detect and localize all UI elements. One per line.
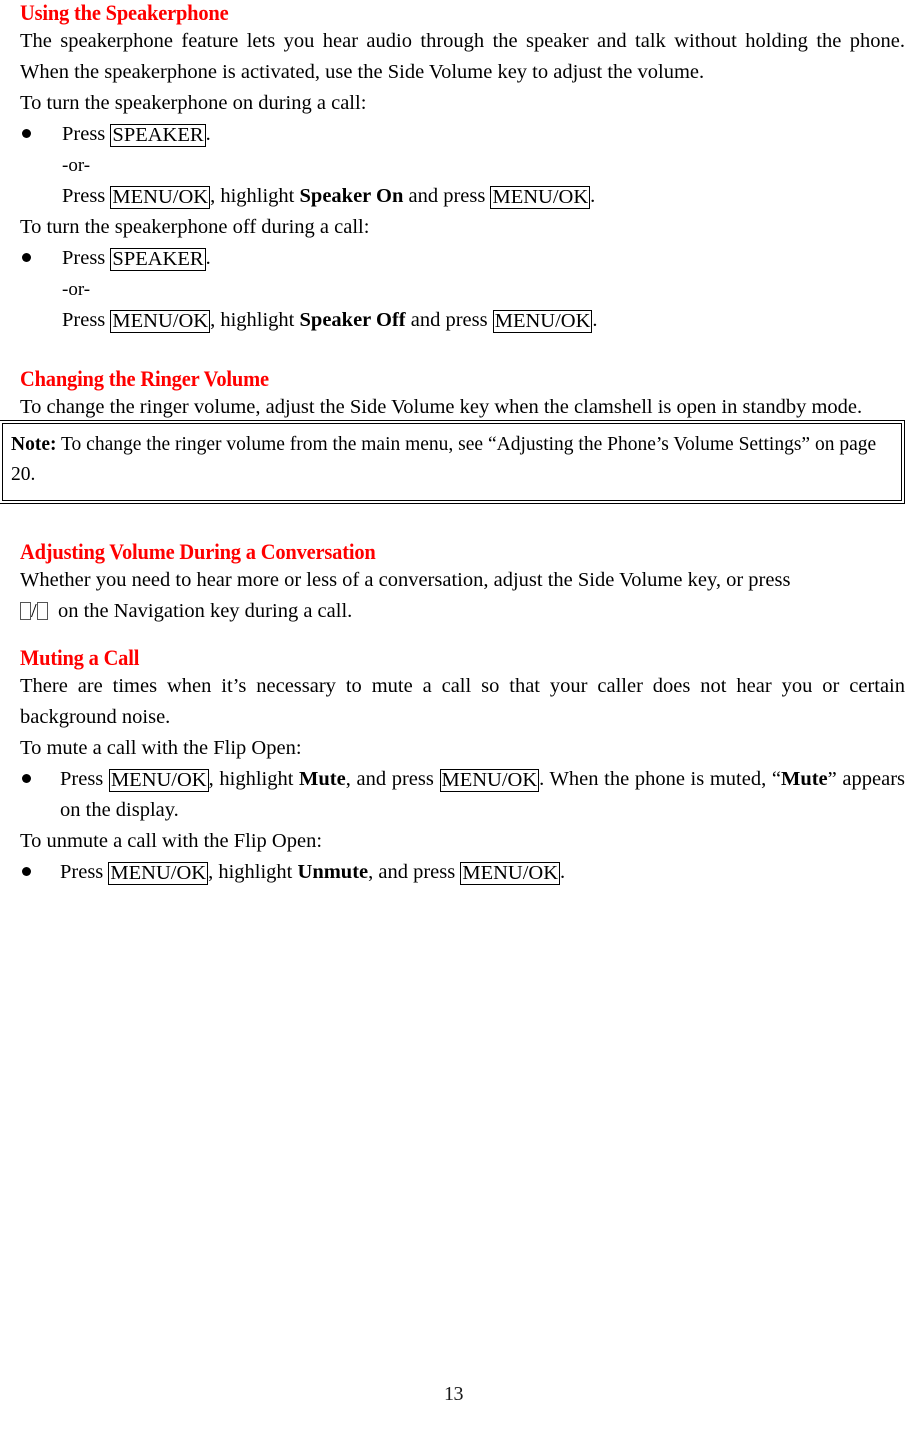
- and-press-label: and press: [408, 185, 486, 207]
- section-heading-muting-a-call: Muting a Call: [20, 645, 140, 670]
- bullet-item-unmute-instructions: Press MENU/OK, highlight Unmute, and pre…: [60, 857, 905, 888]
- key-menu-ok[interactable]: MENU/OK: [492, 310, 593, 333]
- paragraph-adjusting-volume-part2: / on the Navigation key during a call.: [20, 596, 905, 627]
- paragraph-ringer-volume-body: To change the ringer volume, adjust the …: [20, 396, 863, 418]
- missing-glyph-up-icon: [20, 602, 31, 620]
- bullet-alt-press-menu-speaker-off: Press MENU/OK, highlight Speaker Off and…: [20, 305, 905, 336]
- bullet-dot-icon: [22, 867, 31, 876]
- key-menu-ok[interactable]: MENU/OK: [490, 186, 591, 209]
- paragraph-muting-intro: There are times when it’s necessary to m…: [20, 675, 905, 728]
- mute-tail-text: . When the phone is muted,: [539, 768, 767, 790]
- quote-close: ”: [827, 768, 837, 790]
- menu-item-mute[interactable]: Mute: [299, 768, 346, 790]
- press-label: Press: [62, 185, 106, 207]
- note-label: Note:: [11, 434, 57, 455]
- list-item: Press MENU/OK, highlight Mute, and press…: [20, 764, 905, 826]
- period: .: [205, 123, 211, 145]
- period: .: [205, 247, 211, 269]
- key-menu-ok[interactable]: MENU/OK: [439, 769, 540, 792]
- menu-item-speaker-on[interactable]: Speaker On: [300, 185, 404, 207]
- section-heading-using-the-speakerphone: Using the Speakerphone: [20, 0, 229, 25]
- paragraph-adjusting-volume-part1: Whether you need to hear more or less of…: [20, 569, 791, 591]
- press-label: Press: [60, 768, 104, 790]
- note-body: To change the ringer volume from the mai…: [11, 434, 877, 485]
- navigation-key-text: on the Navigation key during a call.: [57, 600, 353, 622]
- or-separator-off: -or-: [62, 279, 91, 300]
- period: .: [590, 185, 596, 207]
- highlight-label: , highlight: [208, 861, 293, 883]
- highlight-label: , highlight: [210, 185, 295, 207]
- missing-glyph-down-icon: [36, 602, 48, 620]
- bullet-alt-press-menu-speaker-on: Press MENU/OK, highlight Speaker On and …: [20, 181, 905, 212]
- display-word-mute: Mute: [780, 768, 828, 790]
- bullet-item-mute-instructions: Press MENU/OK, highlight Mute, and press…: [60, 764, 905, 826]
- menu-item-speaker-off[interactable]: Speaker Off: [300, 309, 406, 331]
- paragraph-lead-mute: To mute a call with the Flip Open:: [20, 737, 302, 759]
- press-label: Press: [62, 309, 106, 331]
- key-menu-ok[interactable]: MENU/OK: [108, 862, 209, 885]
- period: .: [592, 309, 598, 331]
- period: .: [560, 861, 566, 883]
- highlight-label: , highlight: [210, 309, 295, 331]
- quote-open: “: [771, 768, 781, 790]
- key-menu-ok[interactable]: MENU/OK: [110, 186, 211, 209]
- key-menu-ok[interactable]: MENU/OK: [460, 862, 561, 885]
- key-speaker[interactable]: SPEAKER: [110, 248, 206, 271]
- paragraph-lead-unmute: To unmute a call with the Flip Open:: [20, 830, 323, 852]
- and-press-label: and press: [410, 309, 488, 331]
- press-label: Press: [60, 861, 104, 883]
- page-number: 13: [444, 1383, 464, 1405]
- key-speaker[interactable]: SPEAKER: [110, 124, 206, 147]
- menu-item-unmute[interactable]: Unmute: [298, 861, 369, 883]
- note-text: Note: To change the ringer volume from t…: [11, 430, 893, 490]
- bullet-item-press-speaker-on: Press SPEAKER.: [62, 119, 905, 150]
- press-label: Press: [62, 123, 106, 145]
- and-press-label: , and press: [368, 861, 456, 883]
- key-menu-ok[interactable]: MENU/OK: [110, 310, 211, 333]
- bullet-dot-icon: [22, 129, 31, 138]
- list-item: Press MENU/OK, highlight Unmute, and pre…: [20, 857, 905, 888]
- section-heading-adjusting-volume-during-a-conversation: Adjusting Volume During a Conversation: [20, 539, 376, 564]
- and-press-label: , and press: [345, 768, 434, 790]
- bullet-item-press-speaker-off: Press SPEAKER.: [62, 243, 905, 274]
- paragraph-lead-speakerphone-on: To turn the speakerphone on during a cal…: [20, 92, 367, 114]
- list-item: Press SPEAKER.: [20, 243, 905, 274]
- section-heading-changing-the-ringer-volume: Changing the Ringer Volume: [20, 366, 269, 391]
- page-content: Using the Speakerphone The speakerphone …: [0, 0, 905, 888]
- or-separator-on: -or-: [62, 155, 91, 176]
- highlight-label: , highlight: [208, 768, 294, 790]
- note-callout-box: Note: To change the ringer volume from t…: [0, 420, 905, 504]
- bullet-dot-icon: [22, 774, 31, 783]
- list-item: Press SPEAKER.: [20, 119, 905, 150]
- press-label: Press: [62, 247, 106, 269]
- paragraph-speakerphone-intro: The speakerphone feature lets you hear a…: [20, 30, 905, 83]
- bullet-dot-icon: [22, 253, 31, 262]
- paragraph-lead-speakerphone-off: To turn the speakerphone off during a ca…: [20, 216, 370, 238]
- key-menu-ok[interactable]: MENU/OK: [108, 769, 209, 792]
- manual-page: Using the Speakerphone The speakerphone …: [0, 0, 907, 1431]
